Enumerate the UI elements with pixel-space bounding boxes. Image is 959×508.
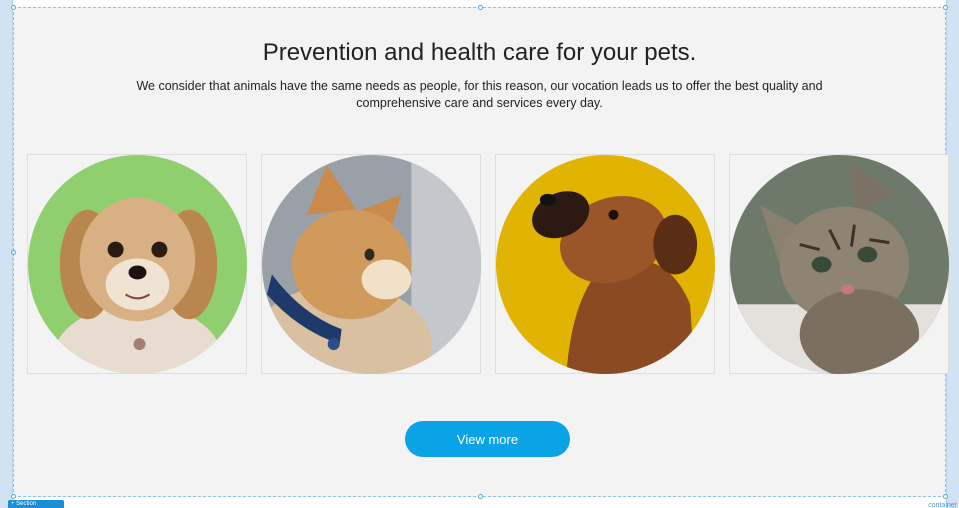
kitten-photo xyxy=(730,155,949,374)
gallery-card-cat[interactable] xyxy=(261,154,481,374)
resize-handle-bottom-left[interactable] xyxy=(11,494,16,499)
gallery-card-dog[interactable] xyxy=(27,154,247,374)
pet-gallery xyxy=(27,154,949,374)
content-section[interactable]: Prevention and health care for your pets… xyxy=(11,5,949,499)
boxer-photo xyxy=(496,155,715,374)
container-label: container xyxy=(928,502,957,508)
add-section-tag[interactable]: + Section xyxy=(8,500,64,508)
resize-handle-top-center[interactable] xyxy=(478,5,483,10)
resize-handle-middle-left[interactable] xyxy=(11,250,16,255)
resize-handle-bottom-right[interactable] xyxy=(943,494,948,499)
editor-canvas: Prevention and health care for your pets… xyxy=(0,0,959,508)
resize-handle-bottom-center[interactable] xyxy=(478,494,483,499)
section-description: We consider that animals have the same n… xyxy=(136,79,823,110)
cat-photo xyxy=(262,155,481,374)
gallery-card-kitten[interactable] xyxy=(729,154,949,374)
resize-handle-top-left[interactable] xyxy=(11,5,16,10)
dog-photo xyxy=(28,155,247,374)
section-title: Prevention and health care for your pets… xyxy=(262,39,697,66)
resize-handle-top-right[interactable] xyxy=(943,5,948,10)
view-more-button[interactable]: View more xyxy=(405,421,570,457)
gallery-card-boxer[interactable] xyxy=(495,154,715,374)
